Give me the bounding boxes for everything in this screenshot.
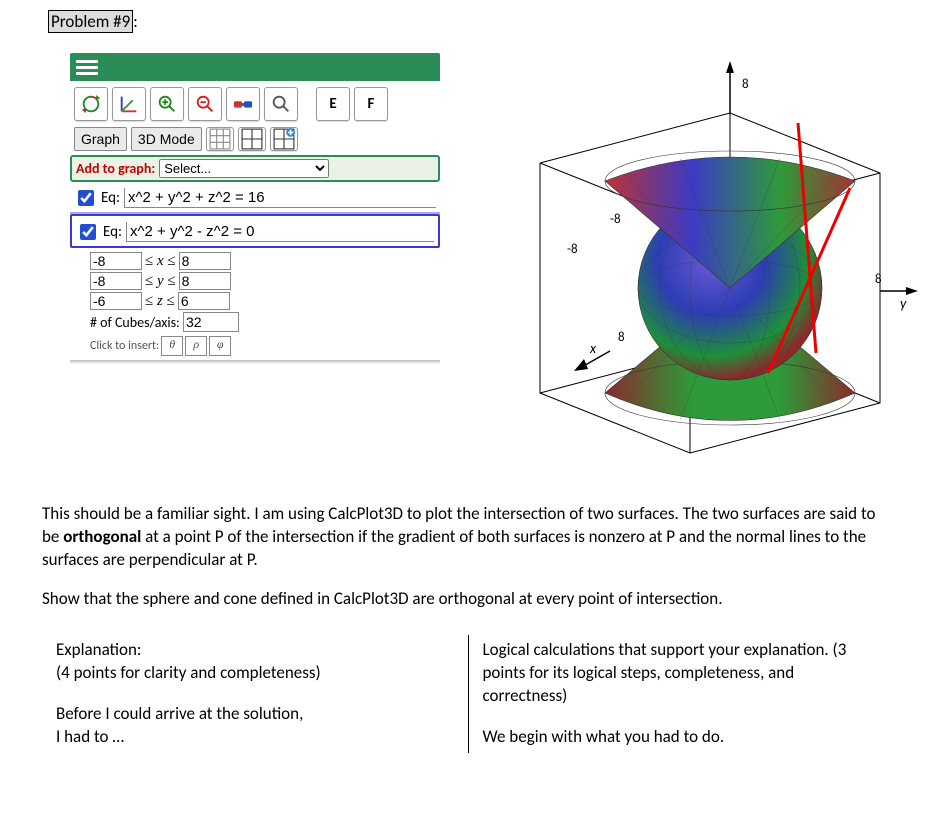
graph-button[interactable]: Graph: [74, 127, 127, 151]
paragraph-1: This should be a familiar sight. I am us…: [42, 503, 894, 572]
x-axis-label: x: [589, 340, 597, 357]
add-select[interactable]: Select...: [159, 159, 329, 178]
eq1-label: Eq:: [101, 189, 120, 207]
grid3-plus-icon[interactable]: [270, 127, 298, 151]
orthogonal-bold: orthogonal: [63, 526, 141, 547]
problem-label-colon: :: [133, 11, 138, 32]
left-line2: I had to …: [56, 726, 454, 749]
y-lo[interactable]: [90, 272, 142, 290]
grid2-icon[interactable]: [238, 127, 266, 151]
eq1-checkbox[interactable]: [78, 190, 94, 206]
eq2-row: Eq:: [70, 214, 440, 248]
left-column: Explanation: (4 points for clarity and c…: [42, 635, 469, 753]
mode3d-button[interactable]: 3D Mode: [131, 127, 202, 151]
y-hi[interactable]: [179, 272, 231, 290]
eq2-input[interactable]: [126, 222, 434, 242]
ztick-label: 8: [742, 77, 749, 92]
le3: ≤ z ≤: [145, 293, 175, 310]
add-label: Add to graph:: [76, 160, 155, 177]
zoom-in-button[interactable]: [150, 87, 184, 121]
insert-phi[interactable]: φ: [209, 336, 231, 356]
cubes-label: # of Cubes/axis:: [90, 314, 180, 331]
magnifier-button[interactable]: [264, 87, 298, 121]
eq2-label: Eq:: [103, 223, 122, 241]
left-sub: (4 points for clarity and completeness): [56, 662, 454, 685]
modebar: Graph 3D Mode: [70, 127, 440, 155]
xtick-label: 8: [875, 272, 882, 287]
axes-button[interactable]: [112, 87, 146, 121]
panel-shadow: [70, 360, 440, 364]
grid1-icon[interactable]: [206, 127, 234, 151]
paragraph-2: Show that the sphere and cone defined in…: [42, 588, 894, 611]
eq1-row: Eq:: [70, 182, 440, 214]
range-y: ≤ y ≤: [90, 272, 436, 290]
right-column: Logical calculations that support your e…: [469, 635, 895, 753]
xneg-label: -8: [567, 242, 578, 257]
left-line1: Before I could arrive at the solution,: [56, 703, 454, 726]
left-heading: Explanation:: [56, 639, 454, 662]
menu-icon[interactable]: [76, 60, 98, 75]
letter-f-button[interactable]: F: [354, 87, 388, 121]
figure-row: E F Graph 3D Mode Add to graph: Select..…: [70, 53, 936, 473]
toolbar: E F: [70, 81, 440, 127]
cubes-row: # of Cubes/axis:: [90, 312, 436, 332]
insert-rho[interactable]: ρ: [185, 336, 207, 356]
range-x: ≤ x ≤: [90, 252, 436, 270]
insert-theta[interactable]: θ: [161, 336, 183, 356]
letter-e-button[interactable]: E: [316, 87, 350, 121]
le2: ≤ y ≤: [145, 273, 176, 290]
right-line1: We begin with what you had to do.: [483, 726, 881, 749]
y-axis-label: y: [900, 295, 907, 312]
panel-header: [70, 53, 440, 81]
glasses3d-button[interactable]: [226, 87, 260, 121]
z-lo[interactable]: [90, 292, 142, 310]
right-heading: Logical calculations that support your e…: [483, 639, 881, 708]
refresh-button[interactable]: [74, 87, 108, 121]
calcplot-panel: E F Graph 3D Mode Add to graph: Select..…: [70, 53, 440, 473]
plot3d: 8 y 8 x 8 -8 -8: [480, 53, 920, 473]
eq2-checkbox[interactable]: [80, 224, 96, 240]
ranges-block: ≤ x ≤ ≤ y ≤ ≤ z ≤ # of Cubes/axis: Click…: [70, 248, 440, 360]
insert-row: Click to insert: θ ρ φ: [90, 336, 436, 356]
le1: ≤ x ≤: [145, 253, 176, 270]
problem-label: Problem #9: [48, 10, 133, 33]
zoom-out-button[interactable]: [188, 87, 222, 121]
yneg-label: -8: [610, 212, 621, 227]
z-hi[interactable]: [178, 292, 230, 310]
x-lo[interactable]: [90, 252, 142, 270]
x-hi[interactable]: [179, 252, 231, 270]
insert-label: Click to insert:: [90, 339, 159, 353]
add-to-graph-row: Add to graph: Select...: [70, 155, 440, 182]
answer-columns: Explanation: (4 points for clarity and c…: [42, 635, 894, 753]
range-z: ≤ z ≤: [90, 292, 436, 310]
xtick8: 8: [618, 330, 625, 345]
eq1-input[interactable]: [124, 188, 436, 208]
cubes-input[interactable]: [183, 312, 239, 332]
